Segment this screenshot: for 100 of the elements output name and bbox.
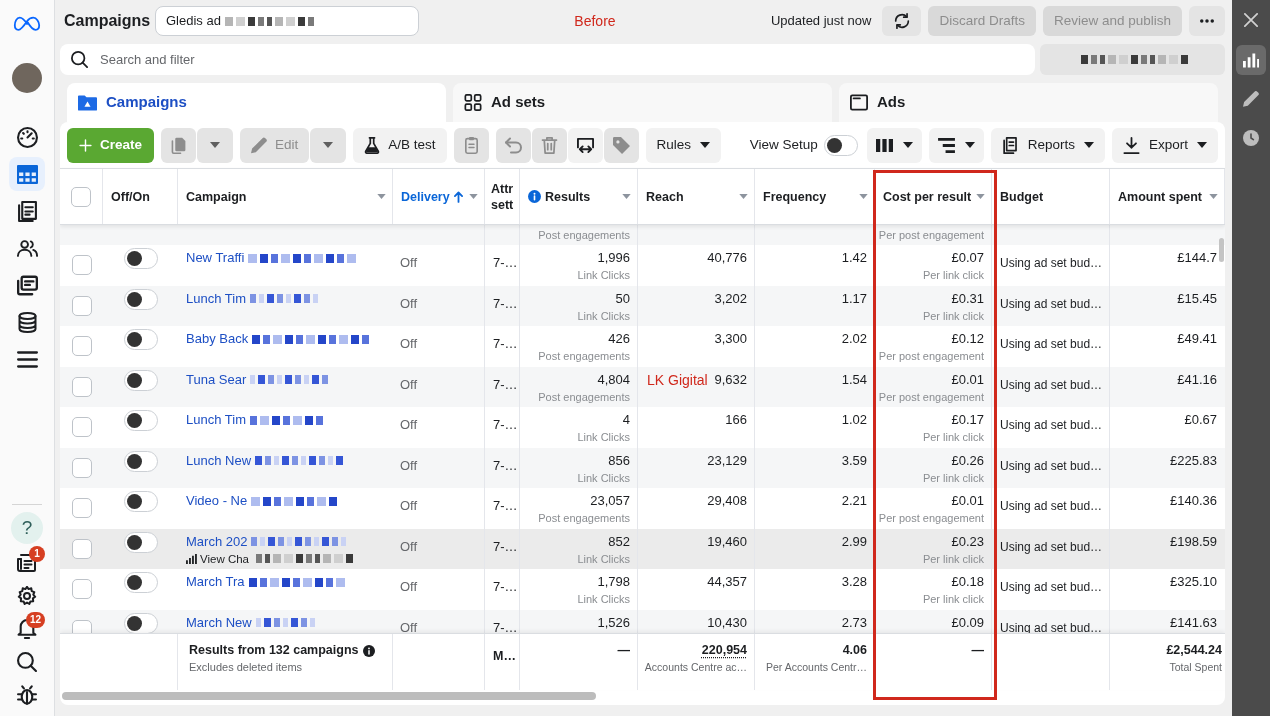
clock-icon[interactable] xyxy=(1243,130,1259,146)
swap-button[interactable] xyxy=(567,127,603,163)
campaign-link[interactable]: Tuna Sear xyxy=(186,371,247,388)
breakdown-button[interactable] xyxy=(928,127,984,163)
checkbox[interactable] xyxy=(71,336,92,357)
account-dropdown[interactable]: Gledis ad xyxy=(155,6,419,36)
column-header[interactable]: Delivery xyxy=(393,169,485,224)
news-icon[interactable] xyxy=(17,553,37,573)
nav-item[interactable] xyxy=(9,157,45,191)
campaign-link[interactable]: March New xyxy=(186,614,252,631)
avatar[interactable] xyxy=(12,63,42,93)
column-header[interactable]: Reach xyxy=(638,169,755,224)
trash-icon xyxy=(540,136,558,154)
campaign-link[interactable]: Baby Back xyxy=(186,331,249,347)
pixelated-redaction-drawing xyxy=(250,294,318,303)
bug-icon[interactable] xyxy=(17,685,37,705)
budget-value: Using ad set bud… xyxy=(1000,539,1103,554)
result-type: Link Clicks xyxy=(577,551,630,567)
cost-value: £0.26 xyxy=(951,452,984,469)
results-value: 1,996 xyxy=(597,250,630,266)
layers-icon[interactable] xyxy=(16,274,38,296)
cost-type: Per link click xyxy=(922,592,984,607)
database-icon[interactable] xyxy=(16,311,38,333)
checkbox[interactable] xyxy=(71,186,91,207)
column-header[interactable]: Attr sett xyxy=(485,169,520,224)
checkbox[interactable] xyxy=(71,579,92,600)
caret-icon xyxy=(859,194,868,199)
toggle-switch[interactable] xyxy=(823,134,858,156)
tab[interactable]: Ads xyxy=(839,83,1218,122)
checkbox[interactable] xyxy=(71,255,92,276)
campaign-link[interactable]: March 202 xyxy=(186,533,248,550)
menu-icon[interactable] xyxy=(16,348,38,370)
bar-chart-icon xyxy=(186,553,197,564)
logo-icon[interactable] xyxy=(13,16,41,32)
clipboard-icon xyxy=(462,136,480,154)
tab[interactable]: Campaigns xyxy=(67,83,446,122)
cost-value: £0.12 xyxy=(951,331,984,347)
toggle-switch[interactable] xyxy=(123,450,158,472)
date-range-field[interactable] xyxy=(1040,44,1225,75)
checkbox[interactable] xyxy=(71,457,92,478)
copy-icon xyxy=(170,136,188,154)
column-header[interactable]: Cost per result xyxy=(875,169,992,224)
caret-icon xyxy=(976,194,985,199)
checkbox[interactable] xyxy=(71,295,92,316)
column-header[interactable]: Amount spent xyxy=(1110,169,1225,224)
pencil-icon[interactable] xyxy=(1243,91,1259,107)
export-button[interactable]: Export xyxy=(1111,127,1218,163)
table-icon[interactable] xyxy=(16,163,38,185)
checkbox[interactable] xyxy=(71,538,92,559)
campaign-link[interactable]: Video - Ne xyxy=(186,493,248,509)
campaign-link[interactable]: Lunch Tim xyxy=(186,290,246,307)
checkbox[interactable] xyxy=(71,417,92,438)
cost-value: £0.17 xyxy=(951,412,984,428)
rules-button[interactable]: Rules xyxy=(645,127,722,163)
more-button[interactable] xyxy=(1189,6,1225,36)
toggle-switch[interactable] xyxy=(123,410,158,431)
column-header[interactable]: Off/On xyxy=(103,169,178,224)
toggle-switch[interactable] xyxy=(123,572,158,593)
frequency-value: 3.59 xyxy=(841,452,867,469)
column-header[interactable]: Frequency xyxy=(755,169,875,224)
toggle-switch[interactable] xyxy=(123,288,158,310)
reports-button[interactable]: Reports xyxy=(990,127,1105,163)
toggle-switch[interactable] xyxy=(123,491,158,512)
campaign-link[interactable]: Lunch Tim xyxy=(186,412,246,428)
toggle-switch[interactable] xyxy=(123,612,158,633)
bar-chart-icon[interactable] xyxy=(1243,52,1259,68)
checkbox[interactable] xyxy=(71,376,92,397)
pages-icon[interactable] xyxy=(16,200,38,222)
search-icon[interactable] xyxy=(17,652,37,672)
people-icon[interactable] xyxy=(16,237,38,259)
sort-arrow-icon xyxy=(453,190,463,203)
checkbox[interactable] xyxy=(71,619,92,633)
search-field[interactable]: Search and filter xyxy=(60,44,1035,75)
close-icon[interactable] xyxy=(1244,13,1258,27)
columns-button[interactable] xyxy=(866,127,922,163)
campaign-link[interactable]: Lunch New xyxy=(186,452,252,469)
toggle-switch[interactable] xyxy=(123,369,158,391)
help-button[interactable]: ? xyxy=(11,512,43,544)
checkbox[interactable] xyxy=(71,498,92,519)
panel-tab[interactable] xyxy=(1236,45,1266,75)
toggle-switch[interactable] xyxy=(123,329,158,350)
refresh-button[interactable] xyxy=(882,6,922,36)
campaign-link[interactable]: March Tra xyxy=(186,574,245,590)
campaign-link[interactable]: New Traffi xyxy=(186,250,245,266)
cost-value: £0.18 xyxy=(951,574,984,590)
toggle-switch[interactable] xyxy=(123,531,158,553)
ab-test-button[interactable]: A/B test xyxy=(353,127,447,163)
gauge-icon[interactable] xyxy=(16,126,38,148)
column-header[interactable]: Results xyxy=(520,169,638,224)
column-header[interactable]: Budget xyxy=(992,169,1110,224)
settings-icon[interactable] xyxy=(17,586,37,606)
view-charts-link[interactable]: View Cha xyxy=(200,549,249,568)
horizontal-scrollbar-thumb[interactable] xyxy=(62,692,596,700)
column-header[interactable]: Campaign xyxy=(178,169,393,224)
toggle-switch[interactable] xyxy=(123,248,158,269)
vertical-scrollbar-thumb[interactable] xyxy=(1219,238,1224,262)
delivery-status: Off xyxy=(400,376,418,392)
tab[interactable]: Ad sets xyxy=(453,83,832,122)
delivery-status: Off xyxy=(400,336,418,351)
delivery-status: Off xyxy=(400,579,418,594)
